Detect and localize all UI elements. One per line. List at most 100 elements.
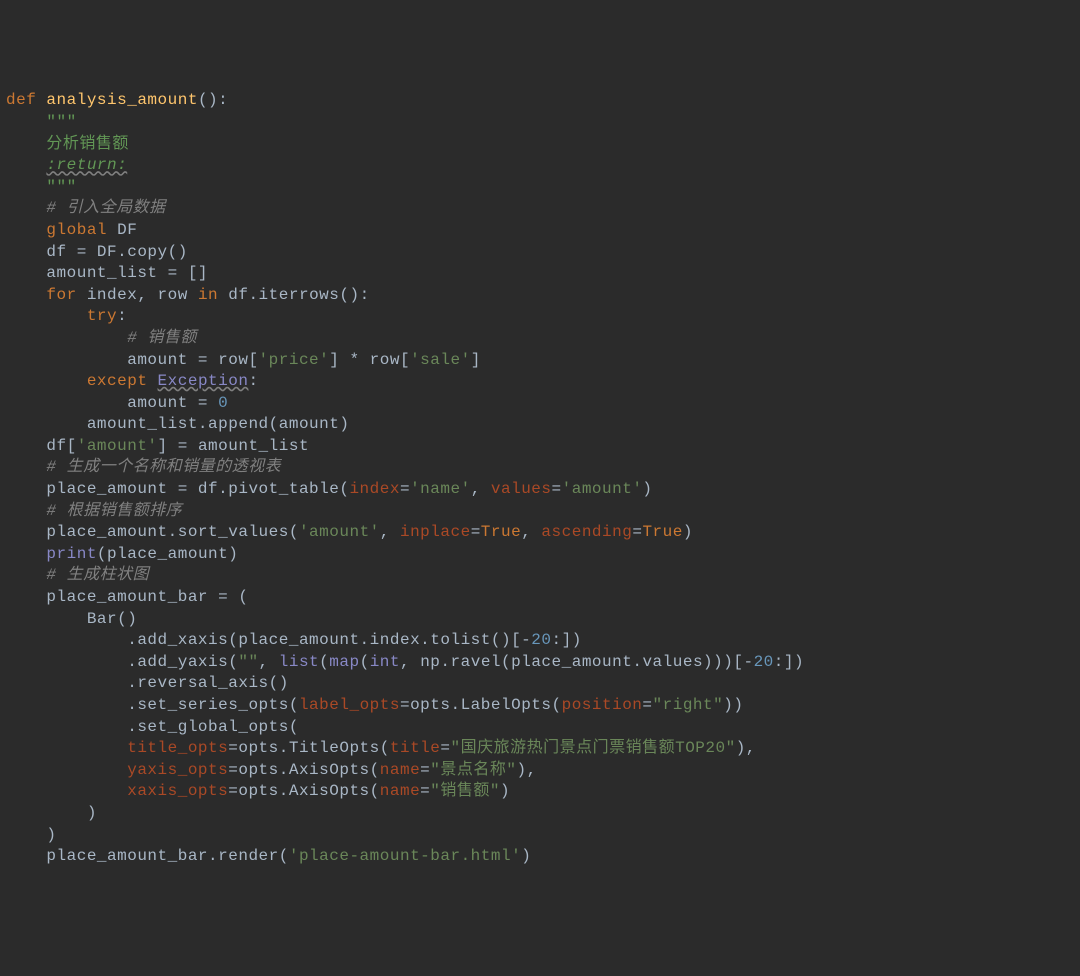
token: =opts.TitleOpts( xyxy=(228,739,390,757)
token: 'name' xyxy=(410,480,471,498)
token: = xyxy=(440,739,450,757)
token: :]) xyxy=(774,653,804,671)
token: , xyxy=(380,523,400,541)
token: "国庆旅游热门景点门票销售额TOP20" xyxy=(450,739,735,757)
token: .reversal_axis() xyxy=(127,674,289,692)
token: , xyxy=(137,286,157,304)
token: ascending xyxy=(541,523,632,541)
token: inplace xyxy=(400,523,471,541)
token: = xyxy=(471,523,481,541)
token: ) xyxy=(521,847,531,865)
token: Exception xyxy=(158,372,249,390)
token: in xyxy=(198,286,228,304)
token: # 引入全局数据 xyxy=(46,199,165,217)
code-line: # 生成柱状图 xyxy=(6,565,1080,587)
code-line: yaxis_opts=opts.AxisOpts(name="景点名称"), xyxy=(6,760,1080,782)
code-line: .set_global_opts( xyxy=(6,717,1080,739)
token: =opts.LabelOpts( xyxy=(400,696,562,714)
code-line: Bar() xyxy=(6,609,1080,631)
token: ), xyxy=(736,739,756,757)
token: True xyxy=(481,523,521,541)
token: amount_list = [] xyxy=(46,264,208,282)
token: : xyxy=(117,307,127,325)
token: place_amount_bar = ( xyxy=(46,588,248,606)
token: # 生成一个名称和销量的透视表 xyxy=(46,458,281,476)
code-line: .add_xaxis(place_amount.index.tolist()[-… xyxy=(6,630,1080,652)
token: "景点名称" xyxy=(430,761,516,779)
token: np.ravel(place_amount.values)))[- xyxy=(420,653,753,671)
token: place_amount.sort_values( xyxy=(46,523,299,541)
token: global xyxy=(46,221,117,239)
code-line: def analysis_amount(): xyxy=(6,90,1080,112)
token: print xyxy=(46,545,97,563)
token: "销售额" xyxy=(430,782,500,800)
token: title xyxy=(390,739,441,757)
token: amount_list.append(amount) xyxy=(87,415,350,433)
token: place_amount = df.pivot_table( xyxy=(46,480,349,498)
code-line: xaxis_opts=opts.AxisOpts(name="销售额") xyxy=(6,781,1080,803)
token: 分析销售额 xyxy=(46,135,129,153)
code-line: amount_list = [] xyxy=(6,263,1080,285)
token: ) xyxy=(46,826,56,844)
token: 20 xyxy=(754,653,774,671)
token: def xyxy=(6,91,46,109)
token: name xyxy=(380,782,420,800)
token: , xyxy=(400,653,420,671)
token: xaxis_opts xyxy=(127,782,228,800)
token: amount = row[ xyxy=(127,351,258,369)
token: position xyxy=(562,696,643,714)
token: = xyxy=(400,480,410,498)
code-line: place_amount = df.pivot_table(index='nam… xyxy=(6,479,1080,501)
token: ( xyxy=(360,653,370,671)
token: 'amount' xyxy=(77,437,158,455)
token: int xyxy=(370,653,400,671)
token: analysis_amount xyxy=(46,91,198,109)
code-line: place_amount_bar.render('place-amount-ba… xyxy=(6,846,1080,868)
code-line: # 根据销售额排序 xyxy=(6,501,1080,523)
token: .set_global_opts( xyxy=(127,718,299,736)
token: .add_xaxis(place_amount.index.tolist()[- xyxy=(127,631,531,649)
token: df.iterrows(): xyxy=(228,286,369,304)
token: 20 xyxy=(531,631,551,649)
token: =opts.AxisOpts( xyxy=(228,782,380,800)
token: .add_yaxis( xyxy=(127,653,238,671)
token: ] xyxy=(471,351,481,369)
token: "" xyxy=(238,653,258,671)
code-line: 分析销售额 xyxy=(6,134,1080,156)
code-line: amount_list.append(amount) xyxy=(6,414,1080,436)
token: = xyxy=(420,761,430,779)
code-line: df['amount'] = amount_list xyxy=(6,436,1080,458)
code-line: print(place_amount) xyxy=(6,544,1080,566)
token: :return: xyxy=(46,156,127,174)
token: map xyxy=(329,653,359,671)
token: :]) xyxy=(551,631,581,649)
token: (): xyxy=(198,91,228,109)
token: =opts.AxisOpts( xyxy=(228,761,380,779)
token: amount = xyxy=(127,394,218,412)
token: ) xyxy=(642,480,652,498)
token: index xyxy=(349,480,400,498)
code-line: try: xyxy=(6,306,1080,328)
token: """ xyxy=(46,178,76,196)
token: label_opts xyxy=(299,696,400,714)
token: # 根据销售额排序 xyxy=(46,502,182,520)
token: (place_amount) xyxy=(97,545,238,563)
token: = xyxy=(632,523,642,541)
token: # 销售额 xyxy=(127,329,197,347)
token: ] = amount_list xyxy=(158,437,310,455)
token: = xyxy=(642,696,652,714)
token: ) xyxy=(500,782,510,800)
token: = xyxy=(420,782,430,800)
code-line: title_opts=opts.TitleOpts(title="国庆旅游热门景… xyxy=(6,738,1080,760)
token: try xyxy=(87,307,117,325)
token: , xyxy=(471,480,491,498)
token: # 生成柱状图 xyxy=(46,566,149,584)
code-line: place_amount.sort_values('amount', inpla… xyxy=(6,522,1080,544)
token: for xyxy=(46,286,86,304)
token: .set_series_opts( xyxy=(127,696,299,714)
code-line: place_amount_bar = ( xyxy=(6,587,1080,609)
token: True xyxy=(642,523,682,541)
code-line: for index, row in df.iterrows(): xyxy=(6,285,1080,307)
code-line: ) xyxy=(6,803,1080,825)
token: ( xyxy=(319,653,329,671)
